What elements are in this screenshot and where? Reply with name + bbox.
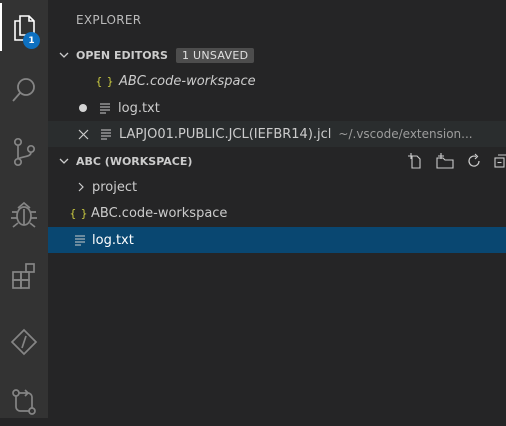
pull-request-button[interactable]: [0, 378, 48, 426]
chevron-down-icon: [56, 47, 72, 63]
open-editors-header[interactable]: OPEN EDITORS 1 UNSAVED: [48, 42, 506, 68]
close-icon[interactable]: [77, 129, 89, 140]
text-file-icon: [74, 234, 86, 246]
new-folder-icon[interactable]: [435, 153, 455, 169]
activity-bar: 1: [0, 0, 48, 418]
open-editor-label: ABC.code-workspace: [119, 73, 256, 89]
source-control-button[interactable]: [0, 128, 48, 176]
active-indicator: [0, 3, 2, 51]
search-button[interactable]: [0, 66, 48, 114]
debug-icon: [11, 201, 37, 228]
open-editor-description: ~/.vscode/extension...: [338, 127, 473, 141]
debug-button[interactable]: [0, 190, 48, 238]
tree-item-file-selected[interactable]: log.txt: [48, 227, 506, 253]
open-editor-label: log.txt: [118, 100, 160, 116]
text-file-icon: [99, 102, 111, 114]
extensions-button[interactable]: [0, 252, 48, 300]
zowe-button[interactable]: [0, 318, 48, 366]
open-editor-item[interactable]: log.txt: [48, 95, 506, 121]
tree-item-label: ABC.code-workspace: [91, 205, 228, 221]
workspace-header[interactable]: ABC (WORKSPACE): [48, 148, 506, 174]
extensions-icon: [12, 263, 35, 289]
text-file-icon: [100, 128, 112, 140]
tree-item-file[interactable]: { } ABC.code-workspace: [48, 200, 506, 226]
source-control-icon: [13, 137, 36, 167]
unsaved-badge: 1 UNSAVED: [175, 47, 255, 63]
open-editor-item[interactable]: LAPJO01.PUBLIC.JCL(IEFBR14).jcl ~/.vscod…: [48, 121, 506, 147]
collapse-all-icon[interactable]: [493, 153, 506, 169]
workspace-label: ABC (WORKSPACE): [76, 154, 193, 168]
json-braces-icon: { }: [69, 206, 88, 220]
explorer-sidebar: EXPLORER OPEN EDITORS 1 UNSAVED { } ABC.…: [48, 0, 506, 418]
open-editors-label: OPEN EDITORS: [76, 48, 168, 62]
open-editor-label: LAPJO01.PUBLIC.JCL(IEFBR14).jcl: [119, 126, 332, 142]
explorer-button[interactable]: 1: [0, 3, 48, 51]
search-icon: [12, 78, 35, 102]
explorer-badge: 1: [23, 32, 40, 49]
modified-dot-icon[interactable]: [78, 103, 88, 113]
pull-request-icon: [12, 389, 36, 415]
zowe-icon: [10, 328, 38, 356]
chevron-right-icon: [75, 181, 87, 193]
tree-item-label: log.txt: [92, 232, 134, 248]
refresh-icon[interactable]: [466, 153, 482, 169]
open-editor-item[interactable]: { } ABC.code-workspace: [48, 68, 506, 94]
sidebar-title: EXPLORER: [76, 13, 142, 27]
workspace-actions: [407, 148, 506, 174]
json-braces-icon: { }: [95, 74, 114, 88]
tree-item-folder[interactable]: project: [48, 174, 506, 200]
tree-item-label: project: [92, 179, 138, 195]
chevron-down-icon: [56, 153, 72, 169]
new-file-icon[interactable]: [407, 153, 424, 169]
